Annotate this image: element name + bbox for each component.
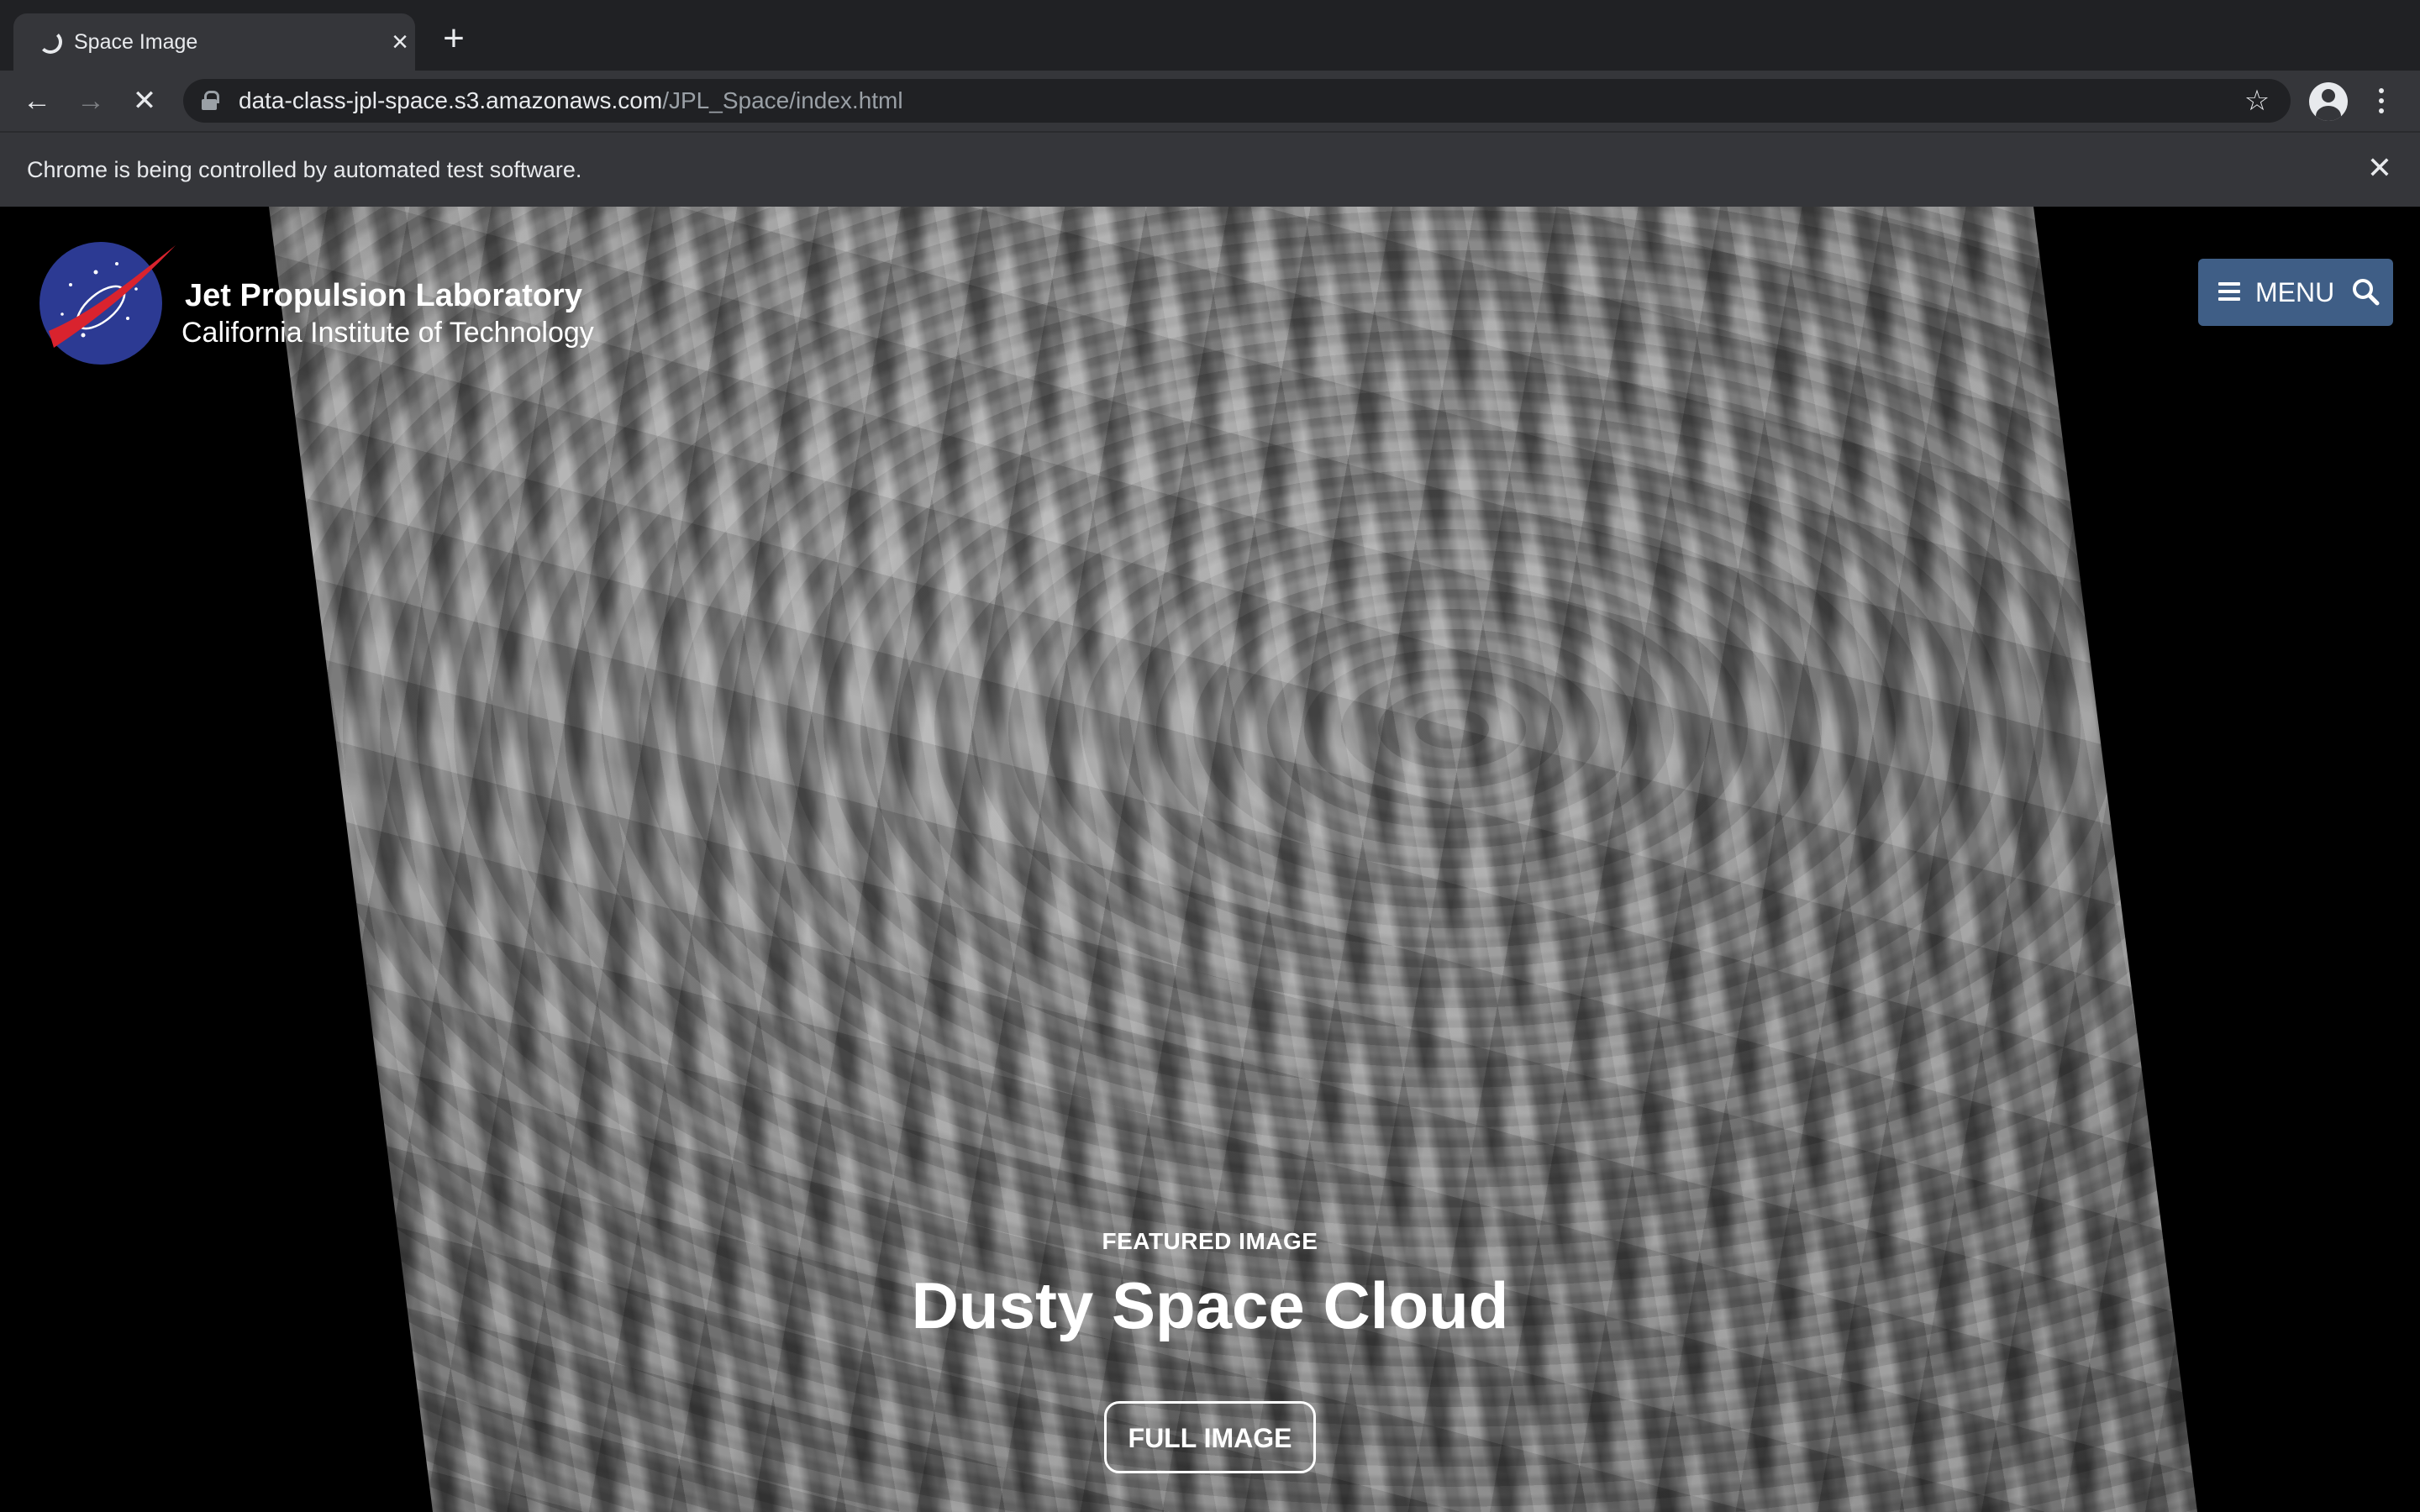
lab-subtitle[interactable]: California Institute of Technology [182, 316, 594, 349]
menu-button[interactable]: MENU [2198, 259, 2393, 326]
tab-title: Space Image [74, 30, 198, 54]
tab-close-icon[interactable]: × [383, 25, 417, 59]
automation-infobar: Chrome is being controlled by automated … [0, 131, 2420, 207]
loading-spinner-icon [39, 30, 62, 54]
back-button[interactable]: ← [18, 82, 55, 119]
featured-image-label: FEATURED IMAGE [1102, 1228, 1318, 1254]
featured-image-title: Dusty Space Cloud [911, 1268, 1509, 1342]
more-vert-icon[interactable] [2371, 82, 2391, 119]
profile-icon[interactable] [2309, 82, 2348, 121]
stop-loading-button[interactable]: ✕ [126, 82, 163, 119]
full-image-button[interactable]: FULL IMAGE [1104, 1401, 1316, 1473]
url-text[interactable]: data-class-jpl-space.s3.amazonaws.com/JP… [239, 87, 903, 114]
page-content: Jet Propulsion Laboratory California Ins… [0, 207, 2420, 1512]
lab-name[interactable]: Jet Propulsion Laboratory [185, 277, 582, 314]
tab-space-image[interactable]: Space Image × [13, 13, 415, 71]
url-host: data-class-jpl-space.s3.amazonaws.com [239, 87, 663, 113]
lock-icon[interactable] [202, 91, 219, 110]
browser-toolbar: ← → ✕ data-class-jpl-space.s3.amazonaws.… [0, 71, 2420, 131]
address-bar[interactable]: data-class-jpl-space.s3.amazonaws.com/JP… [183, 79, 2291, 123]
browser-tab-strip: Space Image × + [0, 0, 2420, 71]
bookmark-star-icon[interactable]: ☆ [2240, 84, 2274, 118]
hamburger-icon [2218, 282, 2240, 302]
nasa-meatball-logo-icon[interactable] [37, 239, 180, 365]
menu-label: MENU [2255, 277, 2335, 307]
new-tab-button[interactable]: + [437, 20, 471, 57]
infobar-message: Chrome is being controlled by automated … [27, 157, 582, 182]
forward-button[interactable]: → [72, 82, 109, 119]
search-icon[interactable] [2351, 277, 2380, 306]
infobar-close-icon[interactable]: ✕ [2363, 151, 2396, 185]
url-path: /JPL_Space/index.html [662, 87, 903, 113]
